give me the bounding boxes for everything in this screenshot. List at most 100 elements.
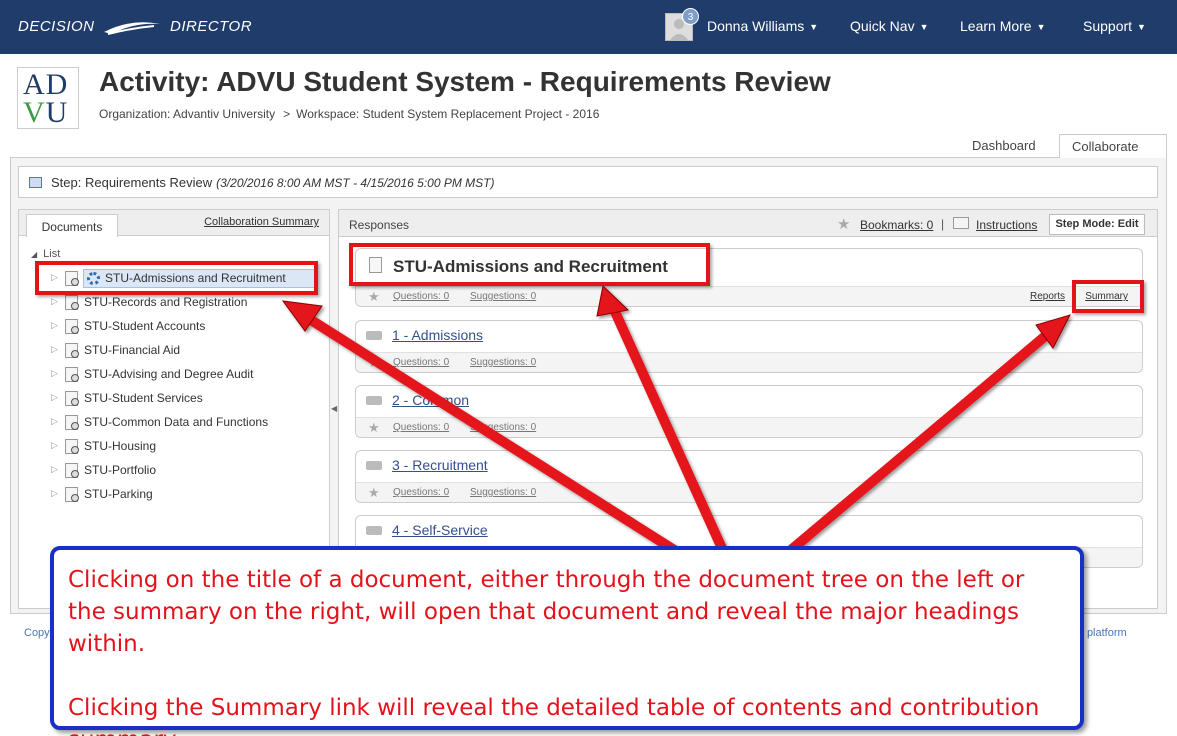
tree-item-label: STU-Records and Registration bbox=[84, 295, 248, 309]
tree-collapsed-icon[interactable]: ▷ bbox=[51, 296, 58, 307]
learn-more-menu[interactable]: Learn More ▼ bbox=[960, 18, 1046, 34]
step-title: Step: Requirements Review (3/20/2016 8:00… bbox=[51, 175, 495, 190]
tab-dashboard[interactable]: Dashboard bbox=[960, 134, 1048, 158]
user-menu[interactable]: Donna Williams ▼ bbox=[707, 18, 818, 34]
card-footer: ★ Questions: 0 Suggestions: 0 bbox=[356, 482, 1142, 502]
document-icon bbox=[65, 319, 79, 334]
tree-root[interactable]: ◢ List bbox=[31, 248, 60, 260]
tree-root-label: List bbox=[43, 248, 61, 260]
step-mode-button[interactable]: Step Mode: Edit bbox=[1049, 214, 1145, 235]
support-label: Support bbox=[1083, 18, 1133, 34]
notification-badge[interactable]: 3 bbox=[682, 8, 699, 25]
step-icon bbox=[29, 177, 42, 188]
section-card-admissions: 1 - Admissions ★ Questions: 0 Suggestion… bbox=[355, 320, 1143, 373]
tree-item-label: STU-Housing bbox=[84, 439, 157, 453]
documents-panel-header: Documents Collaboration Summary bbox=[19, 210, 329, 237]
page-title: Activity: ADVU Student System - Requirem… bbox=[99, 66, 831, 97]
document-icon bbox=[65, 463, 79, 478]
tab-documents[interactable]: Documents bbox=[26, 214, 118, 237]
tree-collapsed-icon[interactable]: ▷ bbox=[51, 440, 58, 451]
bookmarks-link[interactable]: Bookmarks: 0 bbox=[860, 218, 933, 232]
brand-text-director: DIRECTOR bbox=[170, 18, 253, 35]
chevron-down-icon: ▼ bbox=[1036, 22, 1046, 32]
card-footer: ★ Questions: 0 Suggestions: 0 bbox=[356, 352, 1142, 372]
collaboration-summary-link[interactable]: Collaboration Summary bbox=[204, 216, 319, 228]
section-card-common: 2 - Common ★ Questions: 0 Suggestions: 0 bbox=[355, 385, 1143, 438]
learn-more-label: Learn More bbox=[960, 18, 1032, 34]
section-title-link[interactable]: 1 - Admissions bbox=[392, 327, 483, 343]
document-icon bbox=[65, 343, 79, 358]
breadcrumb-organization[interactable]: Organization: Advantiv University bbox=[99, 107, 275, 121]
divider: | bbox=[941, 217, 945, 231]
section-card-recruitment: 3 - Recruitment ★ Questions: 0 Suggestio… bbox=[355, 450, 1143, 503]
instructions-icon bbox=[953, 217, 969, 229]
document-icon bbox=[65, 367, 79, 382]
suggestions-link[interactable]: Suggestions: 0 bbox=[470, 357, 536, 368]
step-bar: Step: Requirements Review (3/20/2016 8:00… bbox=[18, 166, 1158, 198]
brand-swoosh-icon bbox=[104, 22, 160, 35]
suggestions-link[interactable]: Suggestions: 0 bbox=[470, 422, 536, 433]
bookmark-star-icon[interactable]: ★ bbox=[368, 289, 380, 305]
book-icon bbox=[366, 331, 382, 340]
tree-collapsed-icon[interactable]: ▷ bbox=[51, 320, 58, 331]
section-title-link[interactable]: 4 - Self-Service bbox=[392, 522, 488, 538]
quick-nav-menu[interactable]: Quick Nav ▼ bbox=[850, 18, 929, 34]
tree-item-label: STU-Common Data and Functions bbox=[84, 415, 269, 429]
support-menu[interactable]: Support ▼ bbox=[1083, 18, 1146, 34]
highlight-box-tree-item bbox=[35, 261, 318, 295]
suggestions-link[interactable]: Suggestions: 0 bbox=[470, 291, 536, 302]
footer-copyright: Copy bbox=[24, 627, 50, 639]
questions-link[interactable]: Questions: 0 bbox=[393, 357, 449, 368]
reports-link[interactable]: Reports bbox=[1030, 291, 1065, 302]
top-nav: DECISION DIRECTOR 3 Donna Williams ▼ Quic… bbox=[0, 0, 1177, 54]
document-icon bbox=[65, 415, 79, 430]
questions-link[interactable]: Questions: 0 bbox=[393, 422, 449, 433]
tree-collapsed-icon[interactable]: ▷ bbox=[51, 464, 58, 475]
callout-paragraph-1: Clicking on the title of a document, eit… bbox=[68, 567, 1025, 657]
document-icon bbox=[65, 295, 79, 310]
bookmark-star-icon[interactable]: ★ bbox=[368, 420, 380, 436]
tree-item-label: STU-Student Services bbox=[84, 391, 203, 405]
card-footer: ★ Questions: 0 Suggestions: 0 bbox=[356, 417, 1142, 437]
tree-collapsed-icon[interactable]: ▷ bbox=[51, 368, 58, 379]
document-icon bbox=[65, 487, 79, 502]
card-footer: ★ Questions: 0 Suggestions: 0 Reports Su… bbox=[356, 286, 1142, 306]
book-icon bbox=[366, 526, 382, 535]
user-name: Donna Williams bbox=[707, 18, 805, 34]
book-icon bbox=[366, 461, 382, 470]
highlight-box-document-title bbox=[349, 243, 710, 286]
section-title-link[interactable]: 2 - Common bbox=[392, 392, 469, 408]
step-dates: (3/20/2016 8:00 AM MST - 4/15/2016 5:00 … bbox=[216, 176, 495, 190]
tree-item-label: STU-Advising and Degree Audit bbox=[84, 367, 254, 381]
tree-item-label: STU-Financial Aid bbox=[84, 343, 181, 357]
tree-collapsed-icon[interactable]: ▷ bbox=[51, 344, 58, 355]
questions-link[interactable]: Questions: 0 bbox=[393, 487, 449, 498]
tree-collapsed-icon[interactable]: ▷ bbox=[51, 416, 58, 427]
logo-text-u: U bbox=[45, 96, 69, 129]
breadcrumb-workspace[interactable]: Workspace: Student System Replacement Pr… bbox=[296, 107, 599, 121]
callout-paragraph-2: Clicking the Summary link will reveal th… bbox=[68, 695, 1040, 736]
step-label: Step: Requirements Review bbox=[51, 175, 213, 190]
responses-panel-header: Responses ★ Bookmarks: 0 | Instructions … bbox=[339, 210, 1157, 237]
tree-item-label: STU-Portfolio bbox=[84, 463, 157, 477]
questions-link[interactable]: Questions: 0 bbox=[393, 291, 449, 302]
chevron-down-icon: ▼ bbox=[809, 22, 819, 32]
tab-collaborate[interactable]: Collaborate bbox=[1059, 134, 1167, 158]
suggestions-link[interactable]: Suggestions: 0 bbox=[470, 487, 536, 498]
instructions-link[interactable]: Instructions bbox=[976, 218, 1037, 232]
document-icon bbox=[65, 391, 79, 406]
responses-label: Responses bbox=[349, 218, 410, 232]
panel-splitter-handle[interactable]: ◀ bbox=[331, 404, 337, 413]
brand-text-decision: DECISION bbox=[18, 18, 95, 35]
tree-collapsed-icon[interactable]: ▷ bbox=[51, 392, 58, 403]
document-icon bbox=[65, 439, 79, 454]
tree-item-label: STU-Student Accounts bbox=[84, 319, 206, 333]
section-title-link[interactable]: 3 - Recruitment bbox=[392, 457, 488, 473]
breadcrumb-separator: > bbox=[283, 107, 291, 121]
bookmark-star-icon[interactable]: ★ bbox=[368, 355, 380, 371]
book-icon bbox=[366, 396, 382, 405]
chevron-down-icon: ▼ bbox=[919, 22, 929, 32]
bookmark-star-icon[interactable]: ★ bbox=[368, 485, 380, 501]
star-icon: ★ bbox=[837, 216, 851, 233]
tree-collapsed-icon[interactable]: ▷ bbox=[51, 488, 58, 499]
